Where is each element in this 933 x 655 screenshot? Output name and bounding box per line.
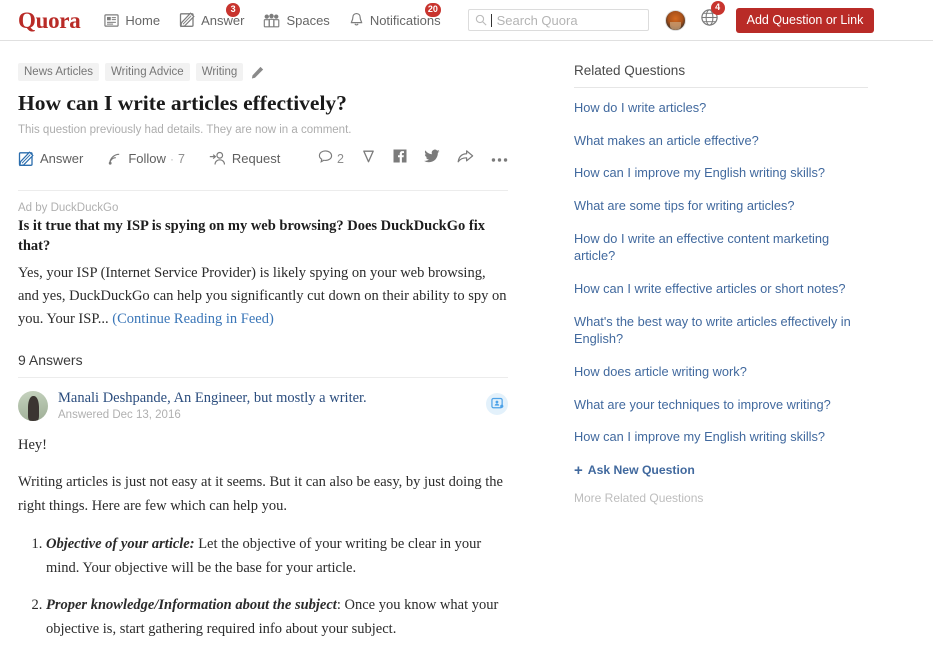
related-question-link[interactable]: How do I write articles? [574, 91, 868, 124]
related-question-link[interactable]: How can I improve my English writing ski… [574, 156, 868, 189]
answer-button[interactable]: Answer [18, 151, 83, 167]
answer-greeting: Hey! [18, 437, 47, 454]
answer-author-meta: Manali Deshpande, An Engineer, but mostl… [58, 389, 486, 421]
divider [574, 87, 868, 88]
edit-topics-pencil-icon[interactable] [251, 66, 264, 79]
nav-label-spaces: Spaces [286, 12, 330, 28]
notifications-count-badge: 20 [424, 3, 441, 17]
ad-body: Yes, your ISP (Internet Service Provider… [18, 262, 508, 332]
related-question-link[interactable]: How can I write effective articles or sh… [574, 272, 868, 305]
request-button-label: Request [231, 151, 281, 167]
comment-button[interactable]: 2 [318, 149, 344, 169]
language-globe-button[interactable]: 4 [700, 1, 725, 32]
page-title: How can I write articles effectively? [18, 91, 347, 115]
answer-date: Answered Dec 13, 2016 [58, 409, 181, 422]
follow-separator: · [169, 151, 174, 166]
facebook-icon [393, 149, 407, 168]
plus-icon: + [574, 461, 583, 479]
ad-title[interactable]: Is it true that my ISP is spying on my w… [18, 217, 508, 257]
related-questions-sidebar: Related Questions How do I write article… [508, 41, 868, 655]
answer-button-label: Answer [40, 151, 84, 167]
topic-tag[interactable]: Writing Advice [105, 63, 190, 81]
question-action-bar: Answer Follow · 7 Request 2 [18, 147, 508, 171]
twitter-bird-icon [424, 149, 440, 168]
author-avatar[interactable] [18, 390, 48, 421]
nav-item-notifications[interactable]: Notifications 20 [349, 3, 441, 30]
related-question-link[interactable]: What's the best way to write articles ef… [574, 305, 868, 355]
topic-tag[interactable]: News Articles [18, 63, 100, 81]
twitter-share-button[interactable] [424, 149, 440, 168]
related-question-link[interactable]: What are your techniques to improve writ… [574, 388, 868, 421]
downvote-button[interactable] [361, 149, 376, 169]
answer-count-badge: 3 [226, 3, 241, 17]
ask-new-question-button[interactable]: + Ask New Question [574, 463, 868, 478]
comment-bubble-icon [318, 149, 333, 169]
topic-tag-list: News Articles Writing Advice Writing [18, 63, 508, 81]
list-item: Proper knowledge/Information about the s… [46, 594, 508, 642]
follow-button-label: Follow [128, 151, 166, 167]
home-feed-icon [104, 13, 120, 28]
related-question-link[interactable]: How do I write an effective content mark… [574, 222, 868, 272]
related-question-link[interactable]: How does article writing work? [574, 355, 868, 388]
comment-count: 2 [337, 151, 344, 166]
request-person-icon [209, 151, 226, 166]
share-button[interactable] [457, 149, 474, 169]
answer-pencil-icon [179, 12, 195, 28]
page-body: News Articles Writing Advice Writing How… [0, 41, 933, 655]
text-cursor [490, 13, 492, 27]
nav-item-spaces[interactable]: Spaces [263, 11, 330, 30]
ellipsis-icon [491, 150, 508, 168]
related-questions-title: Related Questions [574, 63, 686, 78]
question-subtitle: This question previously had details. Th… [18, 123, 352, 136]
answer-author-name[interactable]: Manali Deshpande, An Engineer, but mostl… [58, 389, 486, 407]
answer-points-list: Objective of your article: Let the objec… [18, 533, 508, 642]
downvote-arrow-icon [361, 149, 376, 169]
follow-count: 7 [177, 151, 185, 166]
facebook-share-button[interactable] [393, 149, 407, 168]
more-related-questions-link[interactable]: More Related Questions [574, 491, 868, 505]
ad-attribution-label: Ad by DuckDuckGo [18, 201, 119, 214]
list-item: Objective of your article: Let the objec… [46, 533, 508, 581]
promoted-ad-block[interactable]: Ad by DuckDuckGo Is it true that my ISP … [18, 191, 508, 332]
share-arrow-icon [457, 149, 474, 169]
more-options-button[interactable] [491, 150, 508, 168]
globe-count-badge: 4 [710, 1, 725, 15]
related-question-link[interactable]: How can I improve my English writing ski… [574, 420, 868, 453]
point-lead: Proper knowledge/Information about the s… [46, 596, 337, 613]
nav-label-home: Home [125, 12, 161, 28]
quora-logo[interactable]: Quora [18, 9, 81, 32]
ad-continue-reading-link[interactable]: (Continue Reading in Feed) [112, 311, 273, 327]
search-input[interactable]: Search Quora [467, 9, 649, 31]
follow-button[interactable]: Follow · 7 [107, 151, 185, 166]
search-icon [475, 14, 487, 26]
answer-pencil-icon [18, 151, 34, 167]
related-question-link[interactable]: What are some tips for writing articles? [574, 189, 868, 222]
answers-count-heading: 9 Answers [18, 351, 83, 368]
bell-icon [349, 12, 364, 28]
spaces-people-icon [263, 13, 280, 28]
nav-item-answer[interactable]: Answer 3 [179, 3, 244, 30]
request-button[interactable]: Request [209, 151, 280, 166]
search-placeholder: Search Quora [496, 12, 578, 28]
search-container: Search Quora [467, 9, 649, 31]
rss-follow-icon [107, 151, 122, 166]
answer-intro-paragraph: Writing articles is just not easy at it … [18, 474, 503, 514]
answer-header: Manali Deshpande, An Engineer, but mostl… [18, 378, 508, 421]
nav-item-home[interactable]: Home [104, 11, 160, 30]
point-lead: Objective of your article: [46, 535, 195, 552]
credential-badge[interactable] [486, 392, 508, 415]
related-question-link[interactable]: What makes an article effective? [574, 124, 868, 157]
user-avatar[interactable] [664, 9, 686, 31]
ask-new-question-label: Ask New Question [587, 463, 695, 478]
top-navigation-bar: Quora Home Answer 3 Spaces Notifications… [0, 0, 933, 41]
add-question-or-link-button[interactable]: Add Question or Link [735, 7, 875, 33]
share-action-group: 2 [318, 149, 508, 169]
topic-tag[interactable]: Writing [195, 63, 244, 81]
main-column: News Articles Writing Advice Writing How… [18, 41, 508, 655]
